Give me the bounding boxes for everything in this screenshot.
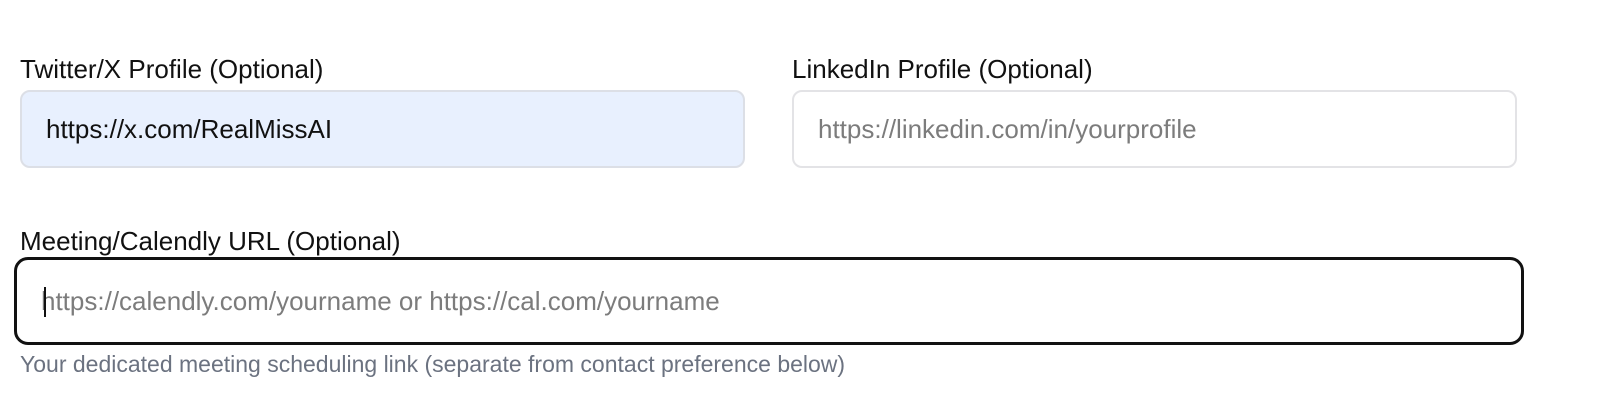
meeting-url-label: Meeting/Calendly URL (Optional) — [20, 226, 401, 256]
twitter-profile-label: Twitter/X Profile (Optional) — [20, 54, 324, 84]
text-cursor — [44, 287, 46, 317]
twitter-profile-input[interactable] — [20, 90, 745, 168]
linkedin-profile-input[interactable] — [792, 90, 1517, 168]
linkedin-profile-label: LinkedIn Profile (Optional) — [792, 54, 1093, 84]
meeting-url-input[interactable] — [14, 257, 1524, 345]
meeting-url-help-text: Your dedicated meeting scheduling link (… — [20, 351, 846, 377]
